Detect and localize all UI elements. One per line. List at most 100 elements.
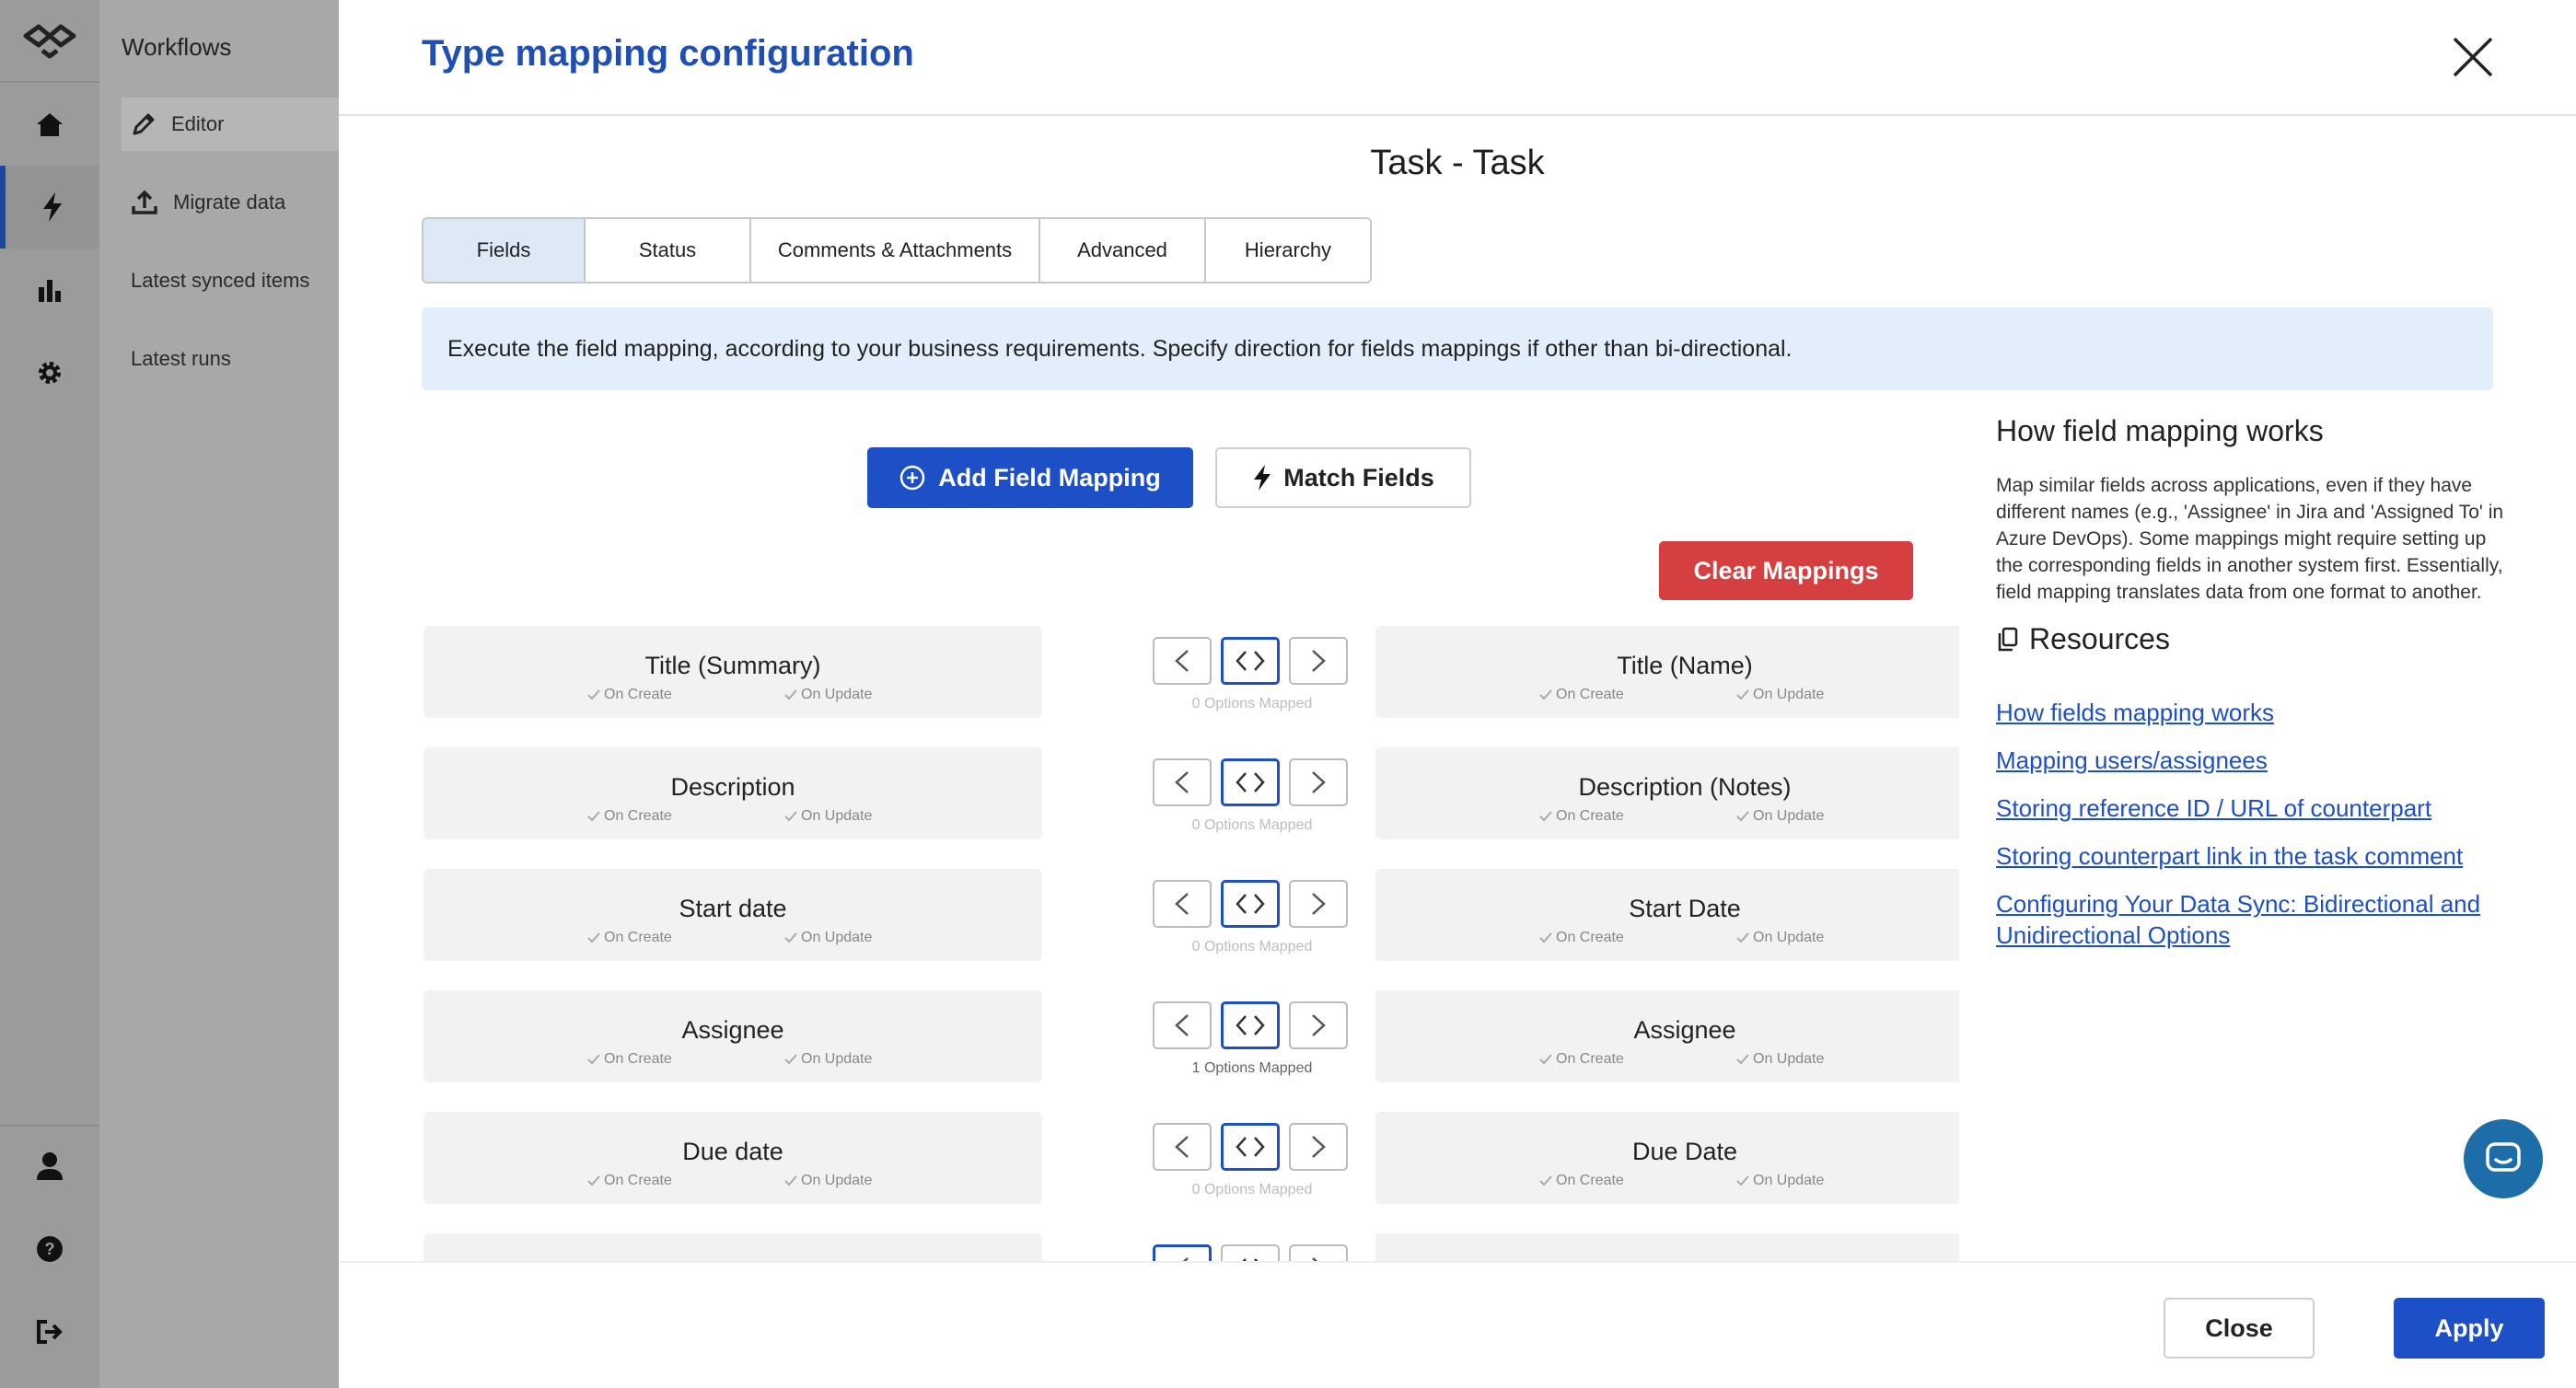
- right-field[interactable]: Due Date On Create On Update: [1375, 1112, 1959, 1204]
- direction-both-button[interactable]: [1221, 637, 1280, 685]
- direction-left-button[interactable]: [1153, 880, 1212, 928]
- nav-item-editor[interactable]: Editor: [122, 98, 339, 151]
- add-field-mapping-button[interactable]: Add Field Mapping: [867, 447, 1193, 508]
- direction-controls: [1153, 1244, 1352, 1261]
- upload-icon: [132, 190, 157, 214]
- direction-both-button[interactable]: [1221, 1123, 1280, 1171]
- on-create-flag: On Create: [1539, 1051, 1624, 1068]
- on-create-flag: On Create: [587, 930, 672, 946]
- on-update-flag: On Update: [1736, 1173, 1824, 1189]
- on-update-flag: On Update: [784, 930, 872, 946]
- direction-both-button[interactable]: [1221, 1244, 1280, 1261]
- resources-heading: Resources: [1996, 622, 2512, 656]
- nav-item-migrate-data[interactable]: Migrate data: [122, 176, 339, 229]
- on-update-label: On Update: [801, 1051, 873, 1067]
- app-rail: ?: [0, 0, 99, 1388]
- on-create-flag: On Create: [587, 687, 672, 703]
- on-create-label: On Create: [604, 930, 672, 945]
- direction-left-button[interactable]: [1153, 1001, 1212, 1049]
- direction-both-button[interactable]: [1221, 1001, 1280, 1049]
- on-create-label: On Create: [604, 1051, 672, 1067]
- nav-item-latest-runs[interactable]: Latest runs: [131, 347, 231, 371]
- workflows-icon[interactable]: [0, 166, 99, 249]
- on-create-flag: On Create: [1539, 930, 1624, 946]
- on-update-label: On Update: [801, 808, 873, 824]
- direction-right-button[interactable]: [1289, 880, 1348, 928]
- home-icon[interactable]: [0, 83, 99, 166]
- modal-footer: Close Apply: [339, 1261, 2576, 1388]
- direction-left-button[interactable]: [1153, 637, 1212, 685]
- direction-right-button[interactable]: [1289, 1244, 1348, 1261]
- on-update-flag: On Update: [784, 687, 872, 703]
- logo-icon[interactable]: [18, 18, 81, 64]
- right-field[interactable]: Start Date On Create On Update: [1375, 869, 1959, 961]
- link-storing-counterpart-link[interactable]: Storing counterpart link in the task com…: [1996, 840, 2512, 872]
- options-mapped-count: 0 Options Mapped: [1191, 817, 1313, 833]
- analytics-icon[interactable]: [0, 249, 99, 331]
- on-create-label: On Create: [604, 808, 672, 824]
- pencil-icon: [133, 113, 155, 135]
- options-mapped-count: 0 Options Mapped: [1191, 696, 1313, 711]
- left-field[interactable]: Assignee On Create On Update: [424, 990, 1042, 1082]
- help-text: Map similar fields across applications, …: [1996, 475, 2504, 603]
- on-create-flag: On Create: [587, 1051, 672, 1068]
- on-update-flag: On Update: [1736, 687, 1824, 703]
- on-create-label: On Create: [1556, 808, 1624, 824]
- on-update-flag: On Update: [1736, 1051, 1824, 1068]
- right-field[interactable]: Description (Notes) On Create On Update: [1375, 747, 1959, 839]
- left-field[interactable]: Description On Create On Update: [424, 747, 1042, 839]
- on-create-label: On Create: [1556, 687, 1624, 702]
- link-storing-reference-id[interactable]: Storing reference ID / URL of counterpar…: [1996, 792, 2512, 824]
- direction-left-button[interactable]: [1153, 1244, 1212, 1261]
- link-mapping-users[interactable]: Mapping users/assignees: [1996, 745, 2512, 776]
- on-update-label: On Update: [1753, 687, 1825, 702]
- left-field[interactable]: Start date On Create On Update: [424, 869, 1042, 961]
- direction-right-button[interactable]: [1289, 758, 1348, 806]
- nav-item-latest-synced-items[interactable]: Latest synced items: [131, 269, 309, 293]
- direction-controls: [1153, 1123, 1352, 1173]
- right-field[interactable]: Title (Name) On Create On Update: [1375, 626, 1959, 718]
- on-update-flag: On Update: [1736, 930, 1824, 946]
- link-configuring-data-sync[interactable]: Configuring Your Data Sync: Bidirectiona…: [1996, 888, 2512, 951]
- on-update-label: On Update: [1753, 1173, 1825, 1188]
- field-mapping-row: Assignee On Create On Update 1 Options Mapp…: [424, 990, 1959, 1082]
- close-button[interactable]: Close: [2164, 1298, 2315, 1359]
- help-icon[interactable]: ?: [0, 1208, 99, 1290]
- direction-right-button[interactable]: [1289, 1123, 1348, 1171]
- on-update-label: On Update: [801, 930, 873, 945]
- chat-button[interactable]: [2464, 1119, 2543, 1198]
- clear-mappings-button[interactable]: Clear Mappings: [1659, 541, 1913, 600]
- options-mapped-count: 0 Options Mapped: [1191, 939, 1313, 954]
- close-icon[interactable]: [2447, 31, 2499, 83]
- right-field[interactable]: [1375, 1233, 1959, 1261]
- chat-icon: [2486, 1142, 2521, 1172]
- left-field[interactable]: Due date On Create On Update: [424, 1112, 1042, 1204]
- left-field[interactable]: Title (Summary) On Create On Update: [424, 626, 1042, 718]
- right-field[interactable]: Assignee On Create On Update: [1375, 990, 1959, 1082]
- field-mapping-row-partial: [424, 1233, 1959, 1261]
- lightning-icon: [1254, 465, 1271, 491]
- link-how-fields-mapping-works[interactable]: How fields mapping works: [1996, 697, 2512, 728]
- left-field-name: Assignee: [681, 1016, 784, 1044]
- on-update-flag: On Update: [1736, 808, 1824, 825]
- direction-left-button[interactable]: [1153, 1123, 1212, 1171]
- direction-right-button[interactable]: [1289, 1001, 1348, 1049]
- direction-both-button[interactable]: [1221, 880, 1280, 928]
- user-icon[interactable]: [0, 1125, 99, 1208]
- direction-both-button[interactable]: [1221, 758, 1280, 806]
- resource-links: How fields mapping works Mapping users/a…: [1996, 697, 2512, 951]
- direction-left-button[interactable]: [1153, 758, 1212, 806]
- on-update-label: On Update: [801, 687, 873, 702]
- copy-icon: [1998, 627, 2018, 651]
- logout-icon[interactable]: [0, 1290, 99, 1373]
- apply-button[interactable]: Apply: [2394, 1298, 2545, 1359]
- match-fields-button[interactable]: Match Fields: [1215, 447, 1471, 508]
- direction-right-button[interactable]: [1289, 637, 1348, 685]
- left-field[interactable]: [424, 1233, 1042, 1261]
- right-field-name: Description (Notes): [1578, 773, 1792, 801]
- on-update-flag: On Update: [784, 808, 872, 825]
- on-create-flag: On Create: [1539, 687, 1624, 703]
- on-create-flag: On Create: [1539, 1173, 1624, 1189]
- nav-item-label: Migrate data: [173, 191, 286, 214]
- settings-icon[interactable]: [0, 331, 99, 414]
